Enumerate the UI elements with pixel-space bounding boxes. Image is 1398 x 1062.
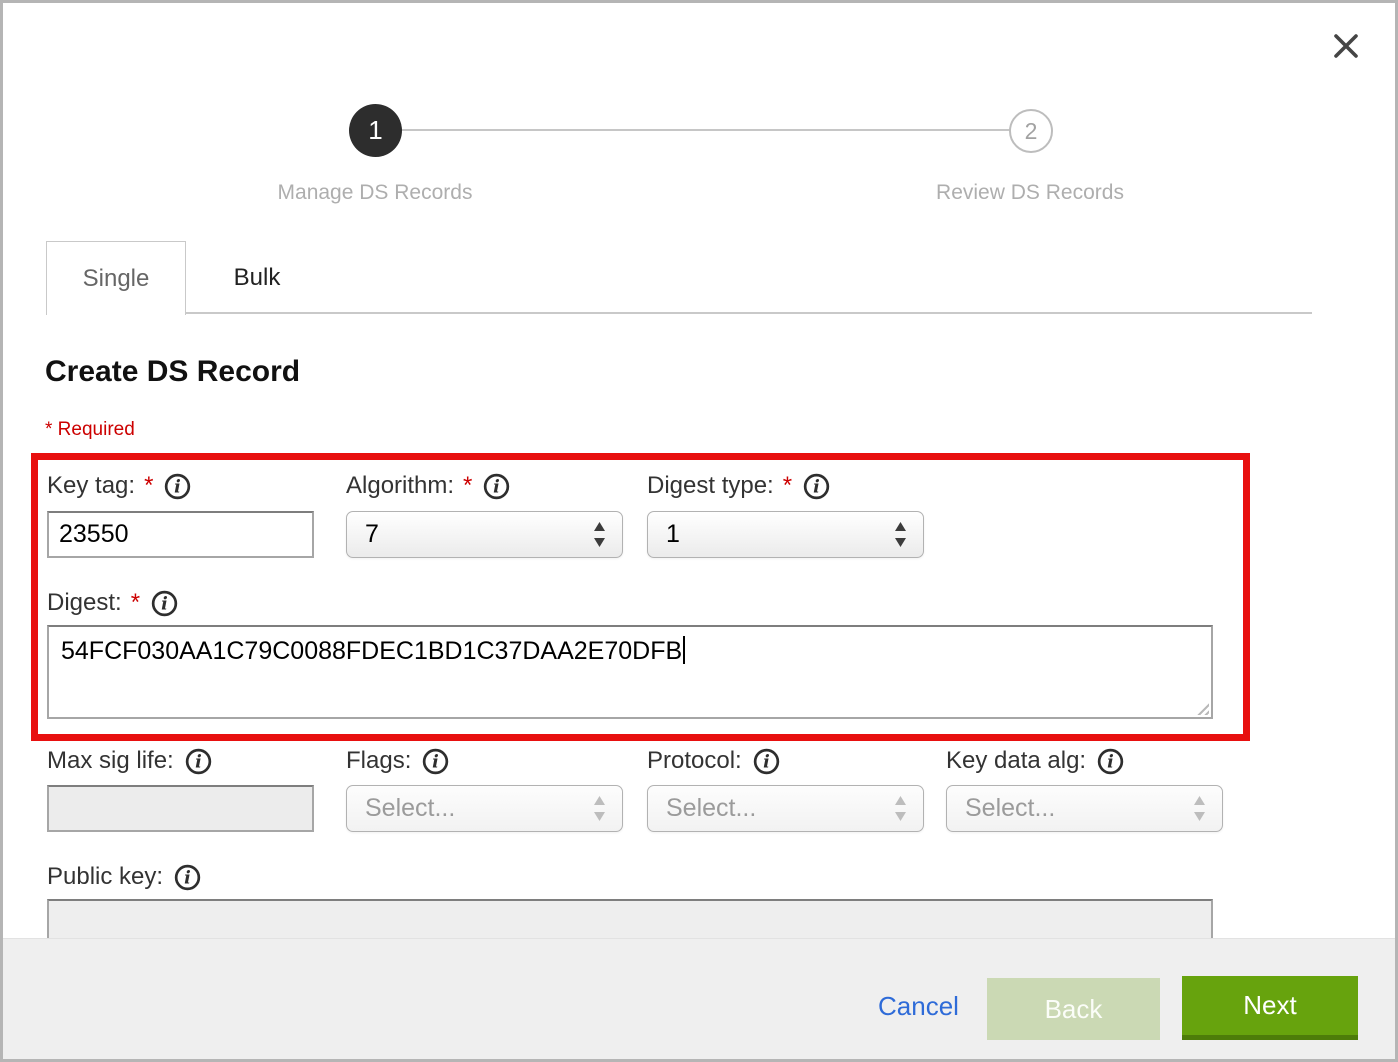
algorithm-selected-value: 7 [365,520,593,549]
digest-value: 54FCF030AA1C79C0088FDEC1BD1C37DAA2E70DFB [61,637,682,665]
select-spinner-icon [593,521,606,548]
key-tag-input[interactable] [47,511,314,558]
digest-info-icon[interactable]: i [151,590,178,617]
stepper-step-1-number: 1 [368,115,382,146]
close-button[interactable] [1331,33,1361,63]
key-data-alg-selected-value: Select... [965,794,1193,823]
key-tag-label: Key tag: * i [47,472,191,500]
svg-text:i: i [195,752,202,772]
required-asterisk: * [783,472,792,500]
tab-single[interactable]: Single [46,241,186,315]
stepper-step-1-label: Manage DS Records [215,181,535,205]
flags-info-icon[interactable]: i [422,748,449,775]
public-key-label: Public key: i [47,863,201,891]
flags-label: Flags: i [346,747,449,775]
select-spinner-icon [1193,795,1206,822]
flags-select[interactable]: Select... [346,785,623,832]
svg-text:i: i [161,594,168,614]
svg-text:i: i [1107,752,1114,772]
svg-text:i: i [813,477,820,497]
max-sig-life-input[interactable] [47,785,314,832]
max-sig-life-info-icon[interactable]: i [185,748,212,775]
select-spinner-icon [593,795,606,822]
digest-label: Digest: * i [47,589,178,617]
stepper-step-1-circle: 1 [349,104,402,157]
public-key-info-icon[interactable]: i [174,864,201,891]
svg-text:i: i [433,752,440,772]
svg-text:i: i [184,868,191,888]
key-data-alg-label: Key data alg: i [946,747,1124,775]
protocol-label: Protocol: i [647,747,780,775]
select-spinner-icon [894,795,907,822]
key-data-alg-select[interactable]: Select... [946,785,1223,832]
key-data-alg-info-icon[interactable]: i [1097,748,1124,775]
digest-type-label: Digest type: * i [647,472,830,500]
required-asterisk: * [131,589,140,617]
svg-text:i: i [763,752,770,772]
svg-text:i: i [175,477,182,497]
tab-bottom-border [46,312,1312,314]
svg-text:i: i [494,477,501,497]
algorithm-select[interactable]: 7 [346,511,623,558]
algorithm-info-icon[interactable]: i [483,473,510,500]
key-tag-info-icon[interactable]: i [164,473,191,500]
protocol-info-icon[interactable]: i [753,748,780,775]
digest-type-info-icon[interactable]: i [803,473,830,500]
digest-type-select[interactable]: 1 [647,511,924,558]
next-button[interactable]: Next [1182,976,1358,1040]
digest-type-selected-value: 1 [666,520,894,549]
stepper-step-2-label: Review DS Records [870,181,1190,205]
tab-single-label: Single [83,265,150,293]
cancel-button[interactable]: Cancel [878,991,959,1022]
digest-textarea[interactable]: 54FCF030AA1C79C0088FDEC1BD1C37DAA2E70DFB [47,625,1213,719]
back-button[interactable]: Back [987,978,1160,1040]
close-icon [1333,33,1359,64]
max-sig-life-label: Max sig life: i [47,747,212,775]
ds-record-modal: 1 2 Manage DS Records Review DS Records … [0,0,1398,1062]
select-spinner-icon [894,521,907,548]
flags-selected-value: Select... [365,794,593,823]
resize-grip-icon[interactable] [1194,700,1209,715]
stepper-connector-line [401,129,1011,131]
page-title: Create DS Record [45,355,300,389]
tab-bulk[interactable]: Bulk [186,241,328,315]
stepper-step-2-number: 2 [1025,118,1038,145]
tab-bulk-label: Bulk [234,264,281,292]
required-note: * Required [45,419,135,441]
algorithm-label: Algorithm: * i [346,472,510,500]
required-asterisk: * [144,472,153,500]
required-asterisk: * [463,472,472,500]
protocol-select[interactable]: Select... [647,785,924,832]
protocol-selected-value: Select... [666,794,894,823]
text-caret [683,636,685,664]
stepper-step-2-circle: 2 [1009,109,1053,153]
